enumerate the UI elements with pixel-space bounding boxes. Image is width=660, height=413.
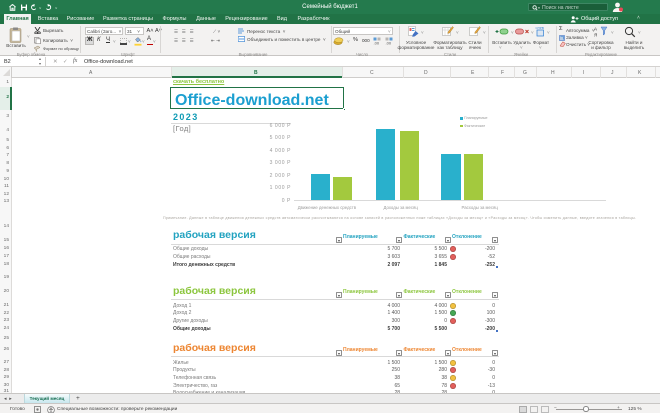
svg-text:.00: .00 <box>374 41 380 46</box>
svg-text:А: А <box>594 27 597 32</box>
svg-text:Я: Я <box>594 33 597 38</box>
svg-text:.00: .00 <box>385 41 391 46</box>
svg-text:СПРВ: СПРВ <box>536 26 544 30</box>
